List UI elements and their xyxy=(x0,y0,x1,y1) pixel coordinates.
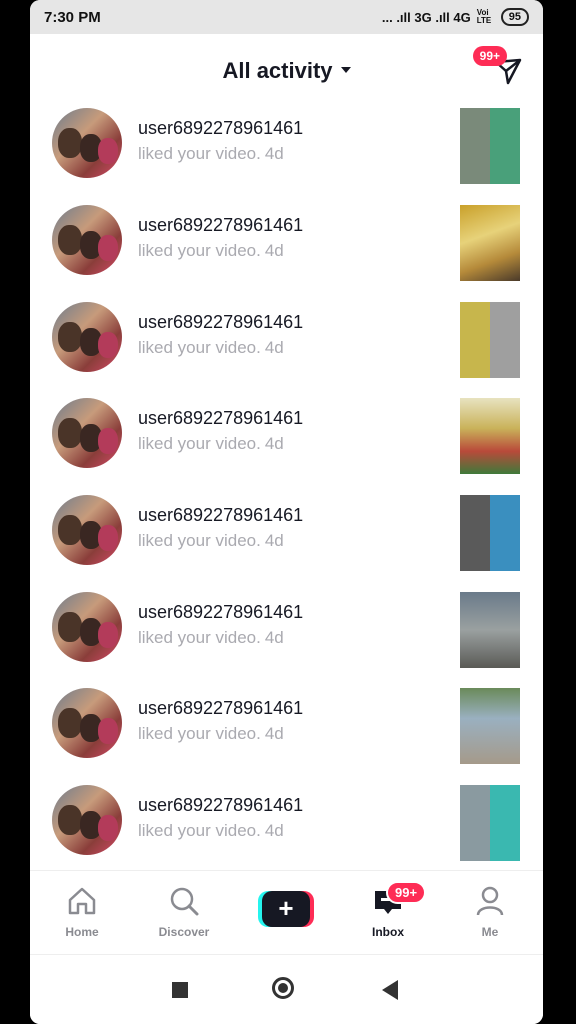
status-icons: ... .ıll 3G .ıll 4G Voi LTE 95 xyxy=(382,8,529,26)
activity-filter-dropdown[interactable]: All activity xyxy=(30,58,543,84)
activity-text: liked your video. 4d xyxy=(138,821,284,841)
list-item[interactable]: user6892278961461 liked your video. 4d xyxy=(30,398,543,478)
create-button[interactable]: + xyxy=(258,891,314,927)
network-indicator: ... .ıll 3G .ıll 4G xyxy=(381,9,471,25)
home-icon xyxy=(68,887,96,915)
tab-me-label: Me xyxy=(481,925,499,939)
tab-discover-label: Discover xyxy=(158,925,210,939)
back-icon[interactable] xyxy=(382,980,398,1000)
username[interactable]: user6892278961461 xyxy=(138,698,303,719)
activity-message: liked your video. xyxy=(138,144,261,163)
activity-message: liked your video. xyxy=(138,531,261,550)
recent-apps-icon[interactable] xyxy=(172,982,188,998)
activity-message: liked your video. xyxy=(138,434,261,453)
activity-time: 4d xyxy=(264,628,284,647)
list-item[interactable]: user6892278961461 liked your video. 4d xyxy=(30,785,543,865)
list-item[interactable]: user6892278961461 liked your video. 4d xyxy=(30,592,543,672)
video-thumbnail[interactable] xyxy=(460,495,520,571)
video-thumbnail[interactable] xyxy=(460,302,520,378)
activity-time: 4d xyxy=(264,531,284,550)
avatar[interactable] xyxy=(52,592,122,662)
username[interactable]: user6892278961461 xyxy=(138,215,303,236)
activity-message: liked your video. xyxy=(138,338,261,357)
activity-message: liked your video. xyxy=(138,628,261,647)
activity-time: 4d xyxy=(264,821,284,840)
avatar[interactable] xyxy=(52,495,122,565)
activity-time: 4d xyxy=(264,338,284,357)
avatar[interactable] xyxy=(52,108,122,178)
tab-inbox-label: Inbox xyxy=(372,925,404,939)
avatar[interactable] xyxy=(52,302,122,372)
messages-badge: 99+ xyxy=(472,46,507,66)
tab-home-label: Home xyxy=(65,925,99,939)
list-item[interactable]: user6892278961461 liked your video. 4d xyxy=(30,302,543,382)
activity-time: 4d xyxy=(264,241,284,260)
username[interactable]: user6892278961461 xyxy=(138,118,303,139)
inbox-badge: 99+ xyxy=(386,881,427,904)
video-thumbnail[interactable] xyxy=(460,205,520,281)
caret-down-icon xyxy=(340,67,351,74)
username[interactable]: user6892278961461 xyxy=(138,408,303,429)
activity-text: liked your video. 4d xyxy=(138,144,284,164)
status-bar: 7:30 PM ... .ıll 3G .ıll 4G Voi LTE 95 xyxy=(30,0,543,34)
activity-time: 4d xyxy=(264,434,284,453)
activity-time: 4d xyxy=(264,144,284,163)
create-plus-icon: + xyxy=(262,891,310,927)
video-thumbnail[interactable] xyxy=(460,688,520,764)
system-navigation-bar xyxy=(30,954,543,1024)
phone-screen: 7:30 PM ... .ıll 3G .ıll 4G Voi LTE 95 A… xyxy=(30,0,543,1024)
search-icon xyxy=(170,887,199,916)
username[interactable]: user6892278961461 xyxy=(138,795,303,816)
avatar[interactable] xyxy=(52,785,122,855)
activity-time: 4d xyxy=(264,724,284,743)
username[interactable]: user6892278961461 xyxy=(138,602,303,623)
lte-indicator: Voi LTE xyxy=(476,8,492,25)
activity-text: liked your video. 4d xyxy=(138,241,284,261)
username[interactable]: user6892278961461 xyxy=(138,312,303,333)
activity-header: All activity 99+ xyxy=(30,46,543,92)
status-time: 7:30 PM xyxy=(44,8,101,26)
list-item[interactable]: user6892278961461 liked your video. 4d xyxy=(30,495,543,575)
bottom-navigation: Home Discover + Inbox 99+ Me xyxy=(30,870,543,955)
list-item[interactable]: user6892278961461 liked your video. 4d xyxy=(30,108,543,188)
avatar[interactable] xyxy=(52,205,122,275)
video-thumbnail[interactable] xyxy=(460,785,520,861)
activity-message: liked your video. xyxy=(138,821,261,840)
list-item[interactable]: user6892278961461 liked your video. 4d xyxy=(30,688,543,768)
activity-text: liked your video. 4d xyxy=(138,724,284,744)
activity-text: liked your video. 4d xyxy=(138,628,284,648)
activity-text: liked your video. 4d xyxy=(138,434,284,454)
activity-text: liked your video. 4d xyxy=(138,338,284,358)
avatar[interactable] xyxy=(52,398,122,468)
profile-icon xyxy=(476,886,504,916)
video-thumbnail[interactable] xyxy=(460,592,520,668)
username[interactable]: user6892278961461 xyxy=(138,505,303,526)
activity-message: liked your video. xyxy=(138,241,261,260)
home-circle-icon[interactable] xyxy=(272,977,294,999)
list-item[interactable]: user6892278961461 liked your video. 4d xyxy=(30,205,543,285)
video-thumbnail[interactable] xyxy=(460,108,520,184)
video-thumbnail[interactable] xyxy=(460,398,520,474)
battery-indicator: 95 xyxy=(500,8,529,26)
avatar[interactable] xyxy=(52,688,122,758)
activity-message: liked your video. xyxy=(138,724,261,743)
activity-text: liked your video. 4d xyxy=(138,531,284,551)
page-title: All activity xyxy=(222,58,333,83)
